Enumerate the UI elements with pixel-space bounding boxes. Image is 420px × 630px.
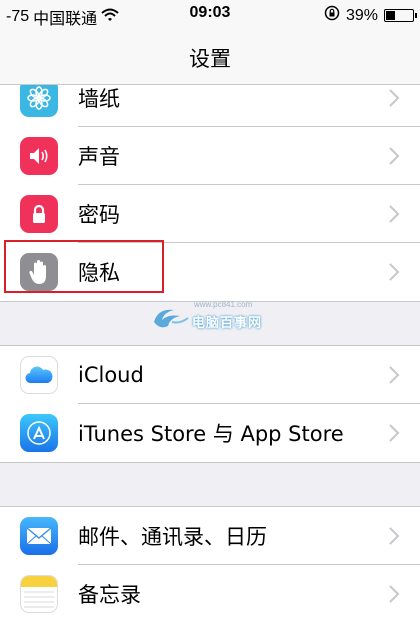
page-title-overlay: 设置 bbox=[189, 47, 231, 71]
watermark-url: www.pc841.com bbox=[194, 300, 253, 309]
chevron-right-icon bbox=[389, 205, 400, 223]
settings-row-label: 备忘录 bbox=[78, 583, 141, 607]
settings-row-itunes-app-store[interactable]: iTunes Store 与 App Store bbox=[0, 404, 420, 462]
settings-row-label: 墙纸 bbox=[78, 87, 120, 111]
settings-row-notes[interactable]: 备忘录 bbox=[0, 565, 420, 623]
status-right-overlay: 39% bbox=[324, 5, 417, 26]
icloud-icon bbox=[20, 356, 58, 394]
watermark-text: 电脑百事网 bbox=[192, 316, 263, 331]
chevron-right-icon bbox=[389, 147, 400, 165]
settings-row-sounds[interactable]: 声音 bbox=[0, 127, 420, 185]
settings-group-cloud: iCloud iTunes Store 与 App Store bbox=[0, 345, 420, 463]
passcode-lock-icon bbox=[20, 195, 58, 233]
app-store-icon bbox=[20, 414, 58, 452]
chevron-right-icon bbox=[389, 89, 400, 107]
chevron-right-icon bbox=[389, 263, 400, 281]
chevron-right-icon bbox=[389, 585, 400, 603]
battery-fill bbox=[386, 11, 395, 20]
battery-percent: 39% bbox=[345, 6, 378, 24]
settings-row-label: 声音 bbox=[78, 145, 120, 169]
settings-row-label: 密码 bbox=[78, 203, 120, 227]
settings-row-label: 邮件、通讯录、日历 bbox=[78, 525, 267, 549]
mail-icon bbox=[20, 517, 58, 555]
watermark-logo-icon bbox=[154, 309, 189, 328]
privacy-highlight-box bbox=[4, 240, 164, 293]
navigation-bar-overlay: 设置 bbox=[0, 30, 420, 85]
settings-row-icloud[interactable]: iCloud bbox=[0, 346, 420, 404]
settings-row-label: iTunes Store 与 App Store bbox=[78, 422, 344, 446]
sound-icon bbox=[20, 137, 58, 175]
settings-group-apps: 邮件、通讯录、日历 备忘录 bbox=[0, 506, 420, 630]
rotation-lock-icon bbox=[324, 5, 340, 26]
chevron-right-icon bbox=[389, 424, 400, 442]
settings-row-label: iCloud bbox=[78, 363, 144, 387]
watermark: www.pc841.com 电脑百事网 bbox=[150, 300, 270, 334]
chevron-right-icon bbox=[389, 366, 400, 384]
settings-row-passcode[interactable]: 密码 bbox=[0, 185, 420, 243]
chevron-right-icon bbox=[389, 527, 400, 545]
battery-icon bbox=[384, 9, 417, 22]
notes-icon bbox=[20, 575, 58, 613]
settings-row-mail-contacts-calendars[interactable]: 邮件、通讯录、日历 bbox=[0, 507, 420, 565]
status-bar-overlay: -75 中国联通 09:03 39% bbox=[0, 0, 420, 30]
